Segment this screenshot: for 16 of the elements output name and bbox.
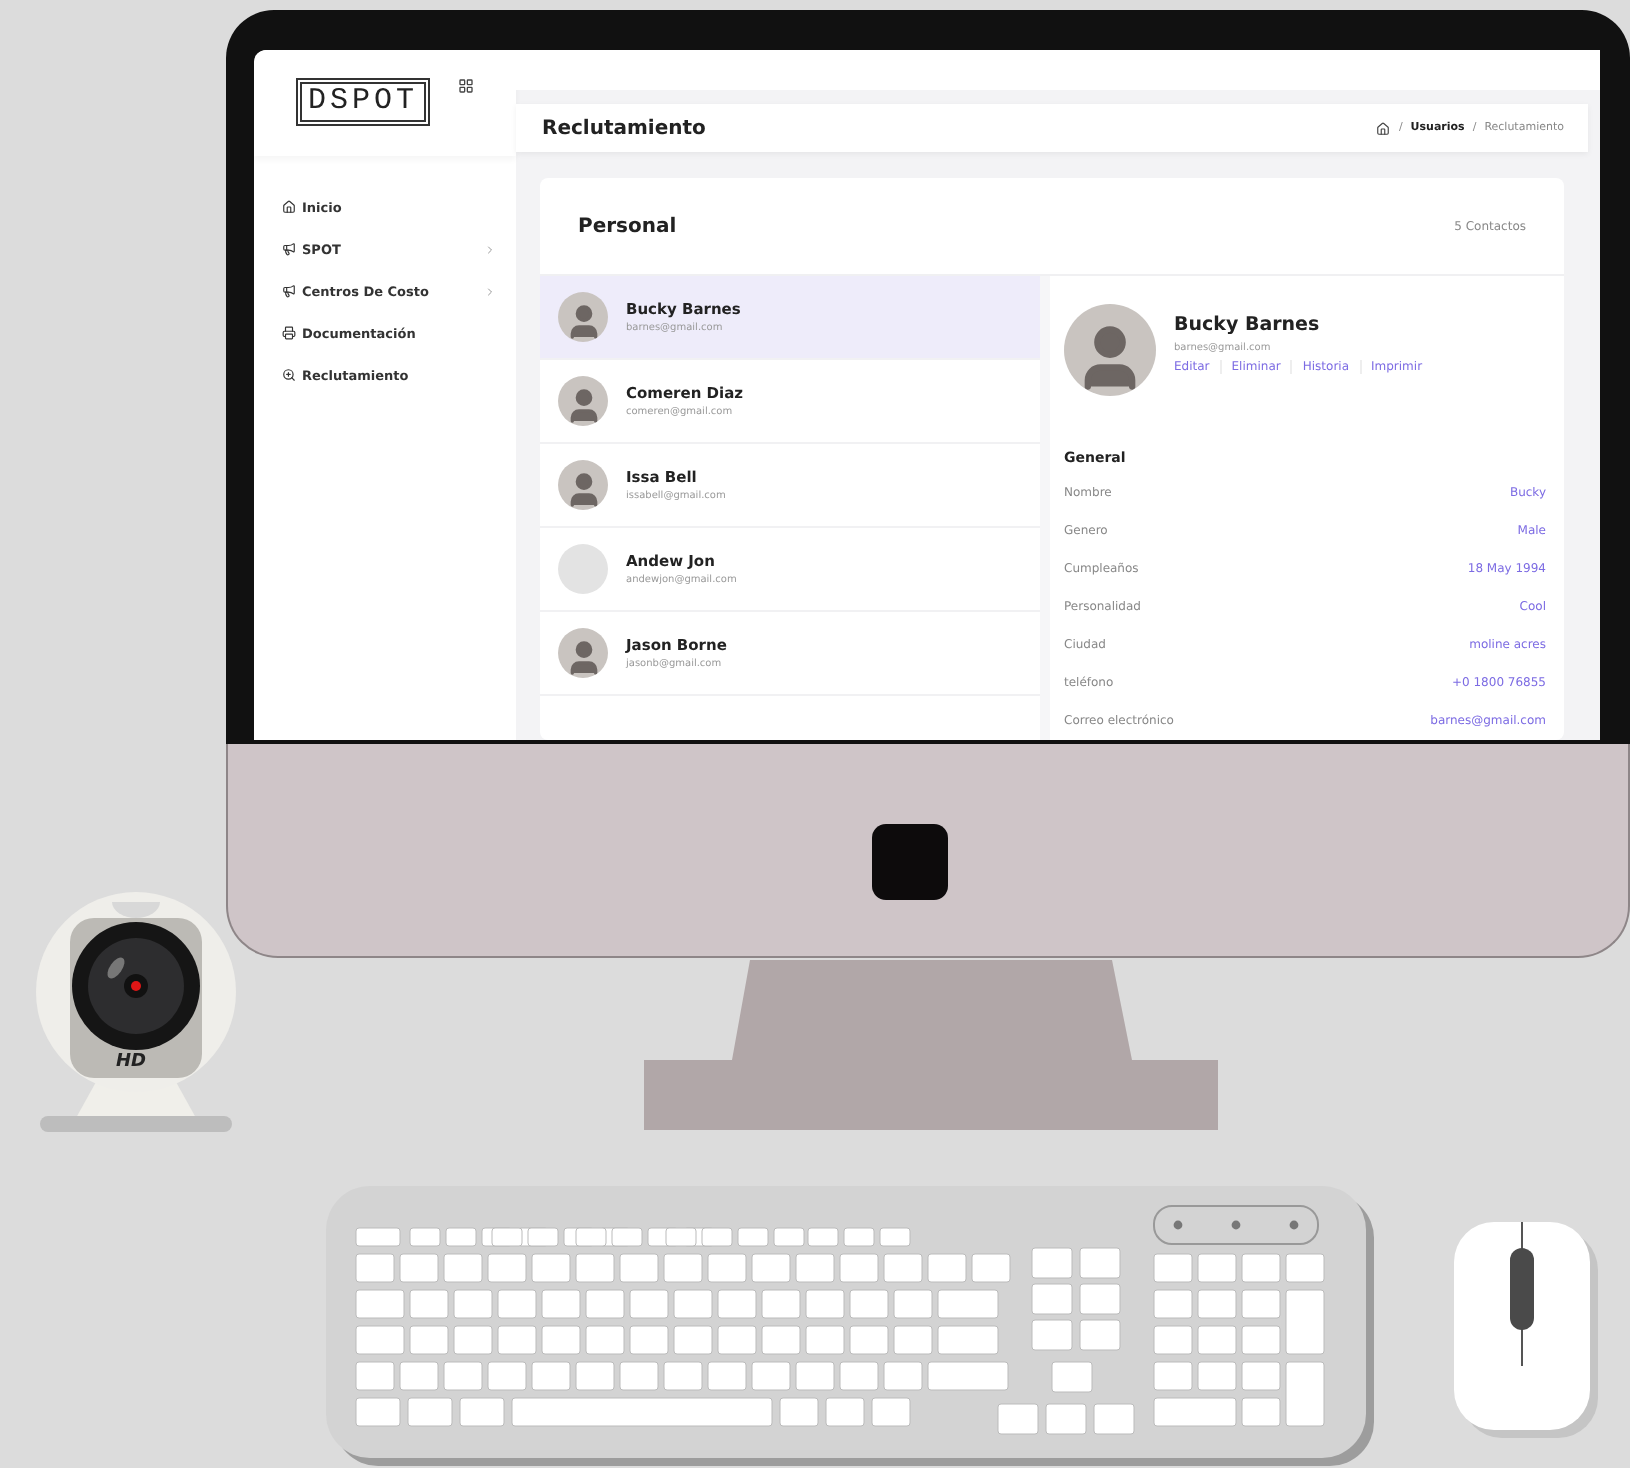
page-title: Reclutamiento <box>542 117 706 139</box>
logo: DSPOT <box>295 78 430 126</box>
home-icon <box>282 200 296 214</box>
chevron-icon <box>484 285 496 297</box>
megaphone-icon <box>282 242 296 256</box>
camera-icon <box>872 824 948 900</box>
megaphone-icon <box>282 284 296 298</box>
avatar <box>1064 304 1156 396</box>
printer-icon <box>282 326 296 340</box>
profile-name: Bucky Barnes <box>1174 314 1322 336</box>
hd-label: HD <box>116 1052 147 1072</box>
card-title: Personal <box>578 215 677 237</box>
chevron-icon <box>484 243 496 255</box>
grid-icon[interactable] <box>458 78 474 94</box>
search-icon <box>282 368 296 382</box>
home-icon[interactable] <box>1376 121 1391 135</box>
